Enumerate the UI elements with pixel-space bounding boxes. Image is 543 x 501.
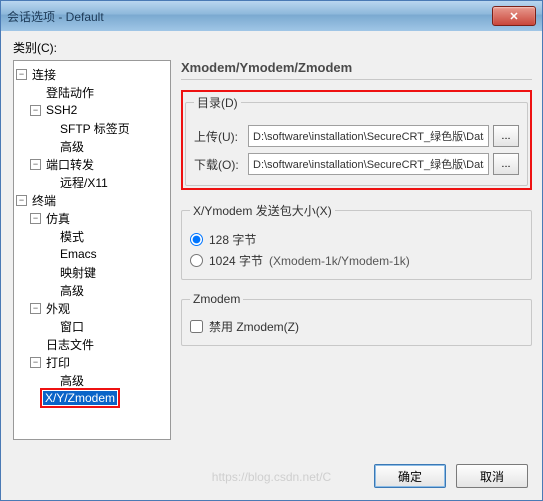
divider (181, 79, 532, 80)
collapse-icon[interactable]: − (30, 303, 41, 314)
tree-emu-advanced[interactable]: 高级 (16, 281, 168, 299)
disable-zmodem-checkbox[interactable] (190, 320, 203, 333)
collapse-icon[interactable]: − (30, 357, 41, 368)
radio-128-label: 128 字节 (209, 231, 256, 248)
tree-appearance[interactable]: −外观 (16, 299, 168, 317)
upload-label: 上传(U): (194, 128, 248, 145)
tree-print-advanced[interactable]: 高级 (16, 371, 168, 389)
ok-button[interactable]: 确定 (374, 464, 446, 488)
collapse-icon[interactable]: − (30, 105, 41, 116)
zmodem-group: Zmodem 禁用 Zmodem(Z) (181, 292, 532, 346)
disable-zmodem-label: 禁用 Zmodem(Z) (209, 318, 299, 335)
download-label: 下载(O): (194, 156, 248, 173)
window-title: 会话选项 - Default (7, 8, 104, 25)
download-path-input[interactable] (248, 153, 489, 175)
titlebar[interactable]: 会话选项 - Default ✕ (1, 1, 542, 31)
category-label: 类别(C): (13, 39, 532, 56)
tree-window[interactable]: 窗口 (16, 317, 168, 335)
browse-upload-button[interactable]: ... (493, 125, 519, 147)
tree-emacs[interactable]: Emacs (16, 245, 168, 263)
tree-ssh-advanced[interactable]: 高级 (16, 137, 168, 155)
dialog-window: 会话选项 - Default ✕ 类别(C): −连接 登陆动作 −SSH2 S… (0, 0, 543, 501)
tree-emulation[interactable]: −仿真 (16, 209, 168, 227)
zmodem-legend: Zmodem (190, 292, 243, 306)
tree-logfile[interactable]: 日志文件 (16, 335, 168, 353)
browse-download-button[interactable]: ... (493, 153, 519, 175)
tree-print[interactable]: −打印 (16, 353, 168, 371)
packet-group: X/Ymodem 发送包大小(X) 128 字节 1024 字节 (Xmodem… (181, 202, 532, 280)
tree-mapkey[interactable]: 映射键 (16, 263, 168, 281)
pane-title: Xmodem/Ymodem/Zmodem (181, 60, 532, 75)
directory-group: 目录(D) 上传(U): ... 下载(O): ... (185, 94, 528, 186)
close-icon: ✕ (509, 10, 518, 23)
cancel-button[interactable]: 取消 (456, 464, 528, 488)
tree-login[interactable]: 登陆动作 (16, 83, 168, 101)
tree-remote-x11[interactable]: 远程/X11 (16, 173, 168, 191)
tree-portfwd[interactable]: −端口转发 (16, 155, 168, 173)
collapse-icon[interactable]: − (30, 159, 41, 170)
tree-connection[interactable]: −连接 (16, 65, 168, 83)
tree-terminal[interactable]: −终端 (16, 191, 168, 209)
client-area: 类别(C): −连接 登陆动作 −SSH2 SFTP 标签页 高级 −端口转发 … (1, 31, 542, 500)
category-tree[interactable]: −连接 登陆动作 −SSH2 SFTP 标签页 高级 −端口转发 远程/X11 … (13, 60, 171, 440)
close-button[interactable]: ✕ (492, 6, 536, 26)
radio-128[interactable] (190, 233, 203, 246)
radio-1024-suffix: (Xmodem-1k/Ymodem-1k) (269, 254, 410, 268)
collapse-icon[interactable]: − (16, 69, 27, 80)
tree-xyzmodem[interactable]: X/Y/Zmodem (16, 389, 168, 407)
tree-ssh2[interactable]: −SSH2 (16, 101, 168, 119)
tree-sftp[interactable]: SFTP 标签页 (16, 119, 168, 137)
tree-mode[interactable]: 模式 (16, 227, 168, 245)
radio-1024[interactable] (190, 254, 203, 267)
highlight-box: 目录(D) 上传(U): ... 下载(O): ... (181, 90, 532, 190)
packet-legend: X/Ymodem 发送包大小(X) (190, 202, 335, 219)
dialog-buttons: 确定 取消 (374, 464, 528, 488)
collapse-icon[interactable]: − (16, 195, 27, 206)
settings-pane: Xmodem/Ymodem/Zmodem 目录(D) 上传(U): ... 下载… (181, 60, 532, 440)
directory-legend: 目录(D) (194, 94, 241, 111)
upload-path-input[interactable] (248, 125, 489, 147)
collapse-icon[interactable]: − (30, 213, 41, 224)
watermark: https://blog.csdn.net/C (212, 470, 331, 484)
radio-1024-label: 1024 字节 (209, 252, 263, 269)
